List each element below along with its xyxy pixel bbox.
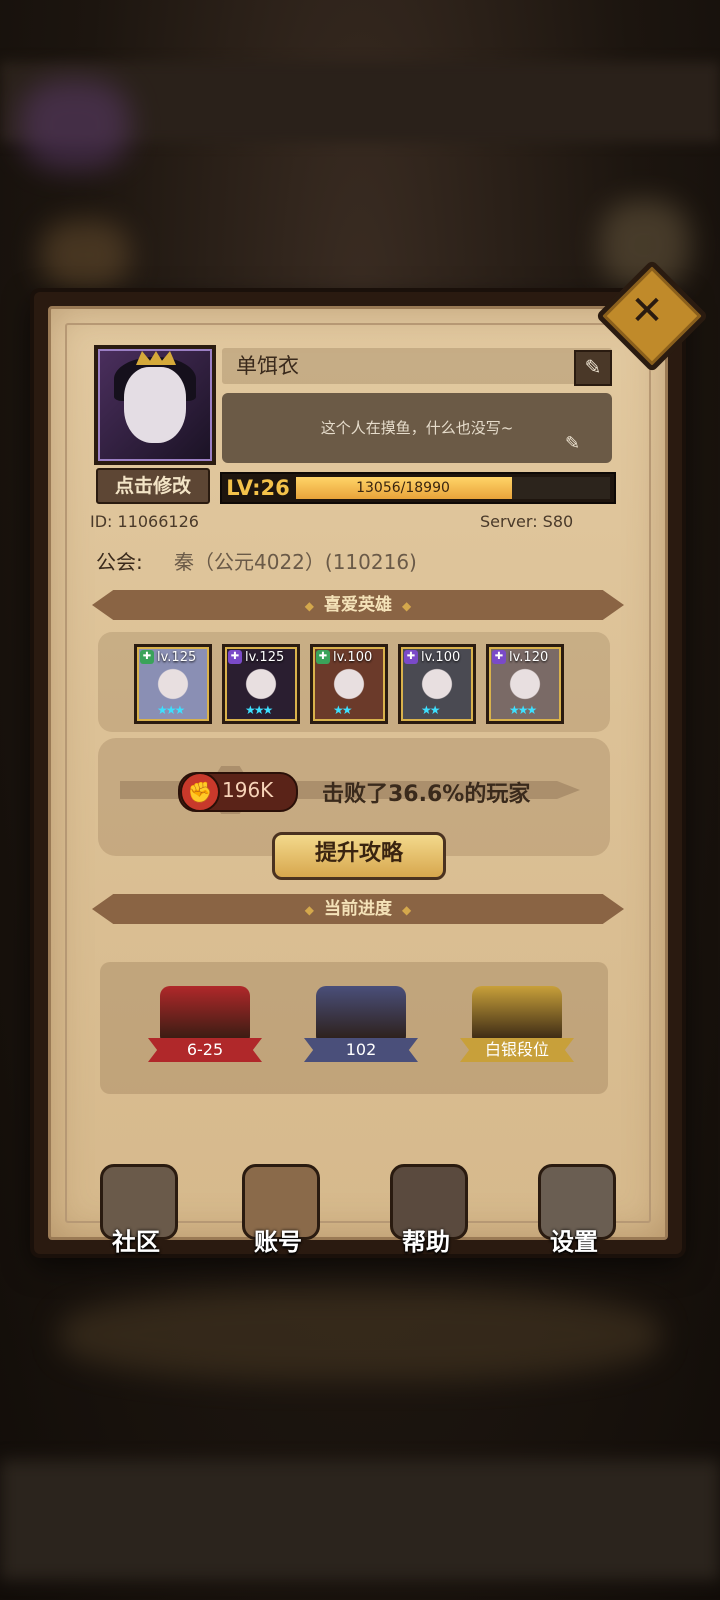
hero-card[interactable]: ✚ lv.125 ★★★ [222,644,300,724]
bio-field[interactable]: 这个人在摸鱼，什么也没写~ [222,393,612,463]
element-icon: ✚ [492,650,506,664]
favorite-heroes-banner: ◆ 喜爱英雄 ◆ [92,590,624,620]
guild-value: 秦（公元4022）(110216) [174,550,417,574]
tower-progress[interactable]: 102 [298,986,424,1070]
campaign-progress-emblem-icon [160,986,250,1046]
hero-level: lv.125 [245,650,285,665]
hero-stars: ★★★ [509,703,537,717]
edit-name-icon[interactable]: ✎ [574,350,612,386]
nav-label: 设置 [550,1228,598,1256]
level-bar: LV:26 13056/18990 [220,472,616,504]
close-icon[interactable]: ✕ [623,287,671,335]
guild-label: 公会: [96,550,143,574]
background-bottom-bar [0,1460,720,1580]
tower-progress-emblem-icon [316,986,406,1046]
hero-stars: ★★ [333,703,352,717]
element-icon: ✚ [404,650,418,664]
campaign-progress-label: 6-25 [148,1038,262,1062]
favorite-heroes-title: 喜爱英雄 [324,595,392,615]
nav-speech-bubble-button[interactable]: 帮助 [376,1164,476,1264]
edit-avatar-button[interactable]: 点击修改 [96,468,210,504]
power-value: 196K [222,778,274,802]
nav-gear-button[interactable]: 设置 [524,1164,624,1264]
current-progress-banner: ◆ 当前进度 ◆ [92,894,624,924]
arena-rank[interactable]: 白银段位 [454,986,580,1070]
server-label: Server: S80 [480,512,574,531]
upgrade-guide-button[interactable]: 提升攻略 [272,832,446,880]
fist-icon: ✊ [180,772,220,812]
campaign-progress[interactable]: 6-25 [142,986,268,1070]
hero-stars: ★★ [421,703,440,717]
avatar[interactable] [94,345,216,465]
element-icon: ✚ [228,650,242,664]
hero-card[interactable]: ✚ lv.100 ★★ [310,644,388,724]
nav-label: 账号 [254,1228,302,1256]
hero-stars: ★★★ [245,703,273,717]
player-id: ID: 11066126 [90,512,199,531]
nav-castle-button[interactable]: 社区 [86,1164,186,1264]
hero-stars: ★★★ [157,703,185,717]
hero-card[interactable]: ✚ lv.120 ★★★ [486,644,564,724]
hero-card[interactable]: ✚ lv.125 ★★★ [134,644,212,724]
arena-rank-label: 白银段位 [460,1038,574,1062]
hero-card[interactable]: ✚ lv.100 ★★ [398,644,476,724]
element-icon: ✚ [140,650,154,664]
hero-level: lv.125 [157,650,197,665]
hero-level: lv.100 [333,650,373,665]
current-progress-title: 当前进度 [324,899,392,919]
hero-level: lv.100 [421,650,461,665]
nav-label: 帮助 [402,1228,450,1256]
nav-account-card-button[interactable]: 账号 [228,1164,328,1264]
arena-rank-emblem-icon [472,986,562,1046]
tower-progress-label: 102 [304,1038,418,1062]
edit-bio-icon[interactable]: ✎ [565,433,580,454]
power-description: 击败了36.6%的玩家 [322,782,531,807]
player-name-field: 单饵衣 [222,348,612,384]
level-label: LV:26 [226,476,290,500]
nav-label: 社区 [112,1228,160,1256]
hero-level: lv.120 [509,650,549,665]
xp-text: 13056/18990 [356,480,450,496]
element-icon: ✚ [316,650,330,664]
